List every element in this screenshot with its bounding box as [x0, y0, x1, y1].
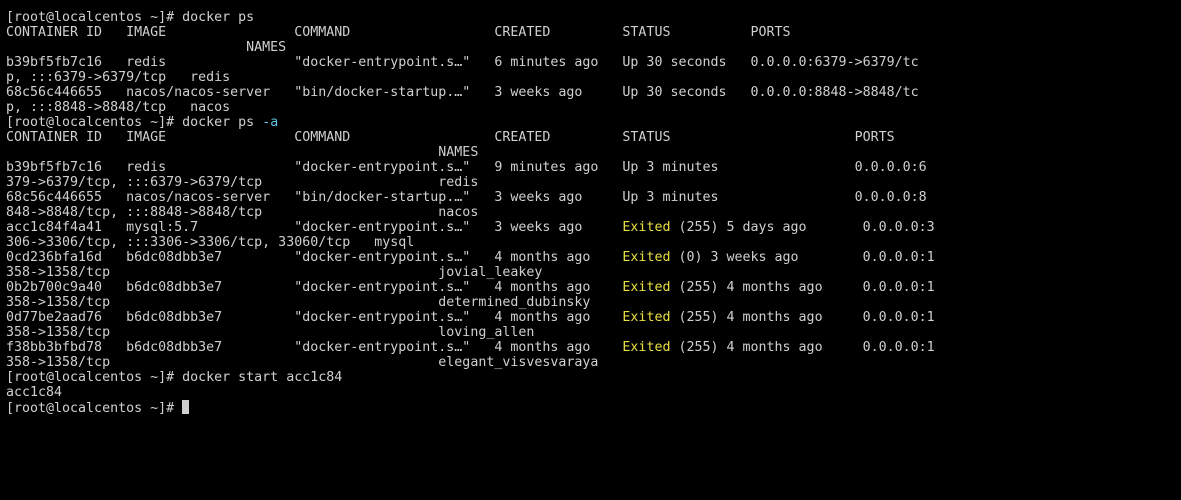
- status-exited-text: Exited: [622, 310, 671, 325]
- terminal-text: 358->1358/tcp jovial_leakey: [6, 265, 543, 280]
- terminal-text: (255) 4 months ago 0.0.0.0:1: [670, 340, 935, 355]
- terminal-text: 848->8848/tcp, :::8848->8848/tcp nacos: [6, 205, 479, 220]
- terminal-line: CONTAINER ID IMAGE COMMAND CREATED STATU…: [6, 25, 935, 40]
- terminal-text: (255) 4 months ago 0.0.0.0:1: [670, 310, 935, 325]
- status-exited-text: Exited: [622, 250, 671, 265]
- terminal-text: (255) 4 months ago 0.0.0.0:1: [670, 280, 935, 295]
- terminal-line: [root@localcentos ~]# docker start acc1c…: [6, 370, 935, 385]
- terminal-text: 0cd236bfa16d b6dc08dbb3e7 "docker-entryp…: [6, 250, 623, 265]
- terminal-text: [root@localcentos ~]# docker ps: [6, 10, 255, 25]
- terminal-line: 848->8848/tcp, :::8848->8848/tcp nacos: [6, 205, 935, 220]
- terminal-text: 0b2b700c9a40 b6dc08dbb3e7 "docker-entryp…: [6, 280, 623, 295]
- terminal-text: NAMES: [6, 40, 287, 55]
- terminal-line: 379->6379/tcp, :::6379->6379/tcp redis: [6, 175, 935, 190]
- terminal-text: [root@localcentos ~]#: [6, 401, 183, 416]
- terminal-line: p, :::8848->8848/tcp nacos: [6, 100, 935, 115]
- terminal-text: 358->1358/tcp elegant_visvesvaraya: [6, 355, 599, 370]
- terminal-line: 358->1358/tcp elegant_visvesvaraya: [6, 355, 935, 370]
- status-exited-text: Exited: [622, 340, 671, 355]
- terminal-text: acc1c84f4a41 mysql:5.7 "docker-entrypoin…: [6, 220, 623, 235]
- terminal-line: 358->1358/tcp jovial_leakey: [6, 265, 935, 280]
- terminal-line: 0d77be2aad76 b6dc08dbb3e7 "docker-entryp…: [6, 310, 935, 325]
- terminal-line: 0cd236bfa16d b6dc08dbb3e7 "docker-entryp…: [6, 250, 935, 265]
- terminal-text: b39bf5fb7c16 redis "docker-entrypoint.s……: [6, 160, 927, 175]
- terminal-line: NAMES: [6, 145, 935, 160]
- terminal-text: CONTAINER ID IMAGE COMMAND CREATED STATU…: [6, 130, 895, 145]
- terminal-line: 68c56c446655 nacos/nacos-server "bin/doc…: [6, 85, 935, 100]
- terminal-line: acc1c84f4a41 mysql:5.7 "docker-entrypoin…: [6, 220, 935, 235]
- status-exited-text: Exited: [622, 220, 671, 235]
- terminal-line: 306->3306/tcp, :::3306->3306/tcp, 33060/…: [6, 235, 935, 250]
- terminal-line: [root@localcentos ~]# docker ps -a: [6, 115, 935, 130]
- terminal-text: 379->6379/tcp, :::6379->6379/tcp redis: [6, 175, 479, 190]
- terminal-line: NAMES: [6, 40, 935, 55]
- terminal-output: [root@localcentos ~]# docker ps CONTAINER…: [6, 10, 935, 416]
- terminal-text: f38bb3bfbd78 b6dc08dbb3e7 "docker-entryp…: [6, 340, 623, 355]
- terminal-line: 358->1358/tcp loving_allen: [6, 325, 935, 340]
- terminal-line: 358->1358/tcp determined_dubinsky: [6, 295, 935, 310]
- terminal-text: NAMES: [6, 145, 479, 160]
- terminal-line: [root@localcentos ~]#: [6, 400, 935, 416]
- terminal-line: CONTAINER ID IMAGE COMMAND CREATED STATU…: [6, 130, 935, 145]
- terminal-text: CONTAINER ID IMAGE COMMAND CREATED STATU…: [6, 25, 791, 40]
- terminal-text: acc1c84: [6, 385, 63, 400]
- terminal-text: 68c56c446655 nacos/nacos-server "bin/doc…: [6, 85, 919, 100]
- terminal-text: (255) 5 days ago 0.0.0.0:3: [670, 220, 935, 235]
- terminal-line: 0b2b700c9a40 b6dc08dbb3e7 "docker-entryp…: [6, 280, 935, 295]
- terminal-window[interactable]: [root@localcentos ~]# docker ps CONTAINER…: [0, 0, 1181, 500]
- terminal-text: b39bf5fb7c16 redis "docker-entrypoint.s……: [6, 55, 919, 70]
- terminal-line: 68c56c446655 nacos/nacos-server "bin/doc…: [6, 190, 935, 205]
- terminal-cursor: [182, 400, 190, 414]
- terminal-line: b39bf5fb7c16 redis "docker-entrypoint.s……: [6, 160, 935, 175]
- command-flag-text: -a: [262, 115, 279, 130]
- terminal-text: 0d77be2aad76 b6dc08dbb3e7 "docker-entryp…: [6, 310, 623, 325]
- terminal-text: p, :::6379->6379/tcp redis: [6, 70, 231, 85]
- terminal-text: 358->1358/tcp loving_allen: [6, 325, 535, 340]
- terminal-text: 306->3306/tcp, :::3306->3306/tcp, 33060/…: [6, 235, 415, 250]
- terminal-line: p, :::6379->6379/tcp redis: [6, 70, 935, 85]
- terminal-line: [root@localcentos ~]# docker ps: [6, 10, 935, 25]
- terminal-line: b39bf5fb7c16 redis "docker-entrypoint.s……: [6, 55, 935, 70]
- terminal-line: acc1c84: [6, 385, 935, 400]
- terminal-text: p, :::8848->8848/tcp nacos: [6, 100, 231, 115]
- terminal-text: [root@localcentos ~]# docker start acc1c…: [6, 370, 343, 385]
- terminal-text: [root@localcentos ~]# docker ps: [6, 115, 263, 130]
- terminal-text: (0) 3 weeks ago 0.0.0.0:1: [670, 250, 935, 265]
- terminal-text: 68c56c446655 nacos/nacos-server "bin/doc…: [6, 190, 927, 205]
- status-exited-text: Exited: [622, 280, 671, 295]
- terminal-line: f38bb3bfbd78 b6dc08dbb3e7 "docker-entryp…: [6, 340, 935, 355]
- terminal-text: 358->1358/tcp determined_dubinsky: [6, 295, 591, 310]
